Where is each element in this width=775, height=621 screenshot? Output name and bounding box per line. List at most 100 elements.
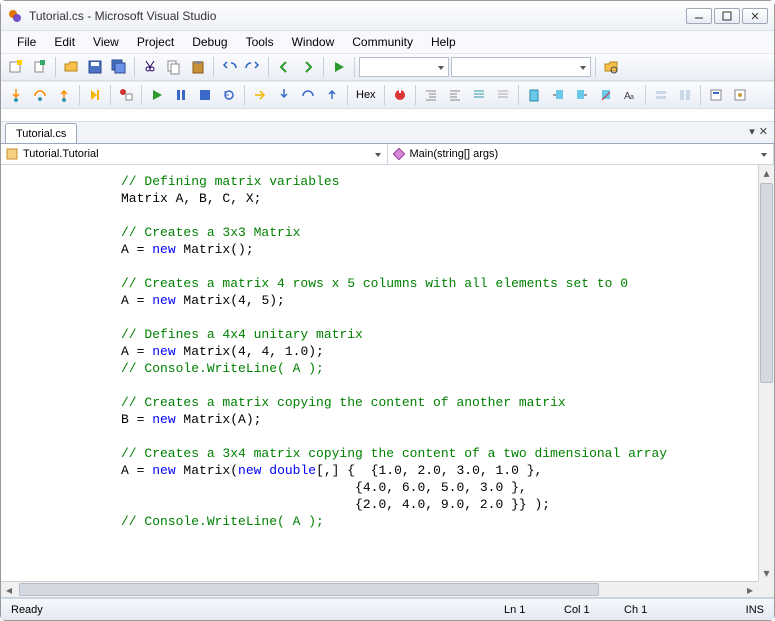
tab-label: Tutorial.cs	[16, 128, 66, 140]
bookmark-prev-button[interactable]	[547, 84, 569, 106]
separator	[384, 85, 385, 105]
menu-tools[interactable]: Tools	[238, 33, 282, 51]
indent-less-button[interactable]	[420, 84, 442, 106]
add-item-button[interactable]	[29, 56, 51, 78]
separator	[595, 57, 596, 77]
editor-area: // Defining matrix variables Matrix A, B…	[1, 165, 774, 598]
svg-text:a: a	[630, 94, 634, 101]
minimize-button[interactable]	[686, 8, 712, 24]
step-over-button[interactable]	[29, 84, 51, 106]
uncomment-button[interactable]	[492, 84, 514, 106]
status-line: Ln 1	[504, 604, 564, 616]
separator	[141, 85, 142, 105]
nav-back-button[interactable]	[273, 56, 295, 78]
menu-project[interactable]: Project	[129, 33, 182, 51]
separator	[347, 85, 348, 105]
step-out-button[interactable]	[53, 84, 75, 106]
separator	[268, 57, 269, 77]
code-editor[interactable]: // Defining matrix variables Matrix A, B…	[1, 165, 758, 581]
app-icon	[7, 8, 23, 24]
document-tab[interactable]: Tutorial.cs	[5, 123, 77, 143]
status-ready: Ready	[11, 604, 71, 616]
separator	[79, 85, 80, 105]
separator	[134, 57, 135, 77]
object-browser-button[interactable]	[705, 84, 727, 106]
hex-button[interactable]: Hex	[352, 84, 380, 106]
step-over2-button[interactable]	[297, 84, 319, 106]
step-into-button[interactable]	[5, 84, 27, 106]
start-debug-button[interactable]	[328, 56, 350, 78]
separator	[645, 85, 646, 105]
horizontal-scrollbar[interactable]: ◂▸	[1, 581, 758, 597]
option1-button[interactable]	[650, 84, 672, 106]
stop-button[interactable]	[194, 84, 216, 106]
menu-file[interactable]: File	[9, 33, 44, 51]
copy-button[interactable]	[163, 56, 185, 78]
redo-button[interactable]	[242, 56, 264, 78]
show-next-statement-button[interactable]	[84, 84, 106, 106]
save-all-button[interactable]	[108, 56, 130, 78]
restart-button[interactable]	[218, 84, 240, 106]
breakpoints-button[interactable]	[115, 84, 137, 106]
attach-button[interactable]	[389, 84, 411, 106]
document-tab-strip: Tutorial.cs ▾ ✕	[1, 121, 774, 143]
step-out2-button[interactable]	[321, 84, 343, 106]
menu-debug[interactable]: Debug	[184, 33, 235, 51]
separator	[323, 57, 324, 77]
paste-button[interactable]	[187, 56, 209, 78]
indent-more-button[interactable]	[444, 84, 466, 106]
find-in-files-button[interactable]	[600, 56, 622, 78]
open-button[interactable]	[60, 56, 82, 78]
bookmark-next-button[interactable]	[571, 84, 593, 106]
nav-fwd-button[interactable]	[297, 56, 319, 78]
show-next-button[interactable]	[249, 84, 271, 106]
toolbar-2: Hex Aa	[1, 81, 774, 109]
close-button[interactable]	[742, 8, 768, 24]
menu-view[interactable]: View	[85, 33, 127, 51]
window-buttons	[686, 8, 768, 24]
menu-bar: File Edit View Project Debug Tools Windo…	[1, 31, 774, 53]
separator	[110, 85, 111, 105]
option2-button[interactable]	[674, 84, 696, 106]
separator	[415, 85, 416, 105]
config-combo[interactable]	[359, 57, 449, 77]
play-button[interactable]	[146, 84, 168, 106]
menu-help[interactable]: Help	[423, 33, 464, 51]
class-icon	[5, 147, 19, 161]
tab-dropdown-icon[interactable]: ▾	[749, 125, 755, 138]
window-title: Tutorial.cs - Microsoft Visual Studio	[29, 9, 686, 23]
bookmark-button[interactable]	[523, 84, 545, 106]
separator	[518, 85, 519, 105]
step-into2-button[interactable]	[273, 84, 295, 106]
comment-button[interactable]	[468, 84, 490, 106]
pause-button[interactable]	[170, 84, 192, 106]
new-project-button[interactable]	[5, 56, 27, 78]
toolbar-1	[1, 53, 774, 81]
bookmark-clear-button[interactable]	[595, 84, 617, 106]
type-nav-combo[interactable]: Tutorial.Tutorial	[1, 144, 388, 164]
method-icon	[392, 147, 406, 161]
type-nav-label: Tutorial.Tutorial	[23, 148, 99, 160]
separator	[55, 57, 56, 77]
vertical-scrollbar[interactable]: ▴▾	[758, 165, 774, 581]
status-ch: Ch 1	[624, 604, 684, 616]
separator	[354, 57, 355, 77]
member-nav-label: Main(string[] args)	[410, 148, 499, 160]
separator	[244, 85, 245, 105]
member-nav-combo[interactable]: Main(string[] args)	[388, 144, 775, 164]
maximize-button[interactable]	[714, 8, 740, 24]
undo-button[interactable]	[218, 56, 240, 78]
separator	[700, 85, 701, 105]
menu-window[interactable]: Window	[284, 33, 343, 51]
menu-edit[interactable]: Edit	[46, 33, 83, 51]
save-button[interactable]	[84, 56, 106, 78]
nav-bar: Tutorial.Tutorial Main(string[] args)	[1, 143, 774, 165]
status-bar: Ready Ln 1 Col 1 Ch 1 INS	[1, 598, 774, 620]
separator	[213, 57, 214, 77]
cut-button[interactable]	[139, 56, 161, 78]
platform-combo[interactable]	[451, 57, 591, 77]
tab-close-icon[interactable]: ✕	[759, 125, 768, 138]
class-view-button[interactable]	[729, 84, 751, 106]
font-size-button[interactable]: Aa	[619, 84, 641, 106]
menu-community[interactable]: Community	[344, 33, 421, 51]
